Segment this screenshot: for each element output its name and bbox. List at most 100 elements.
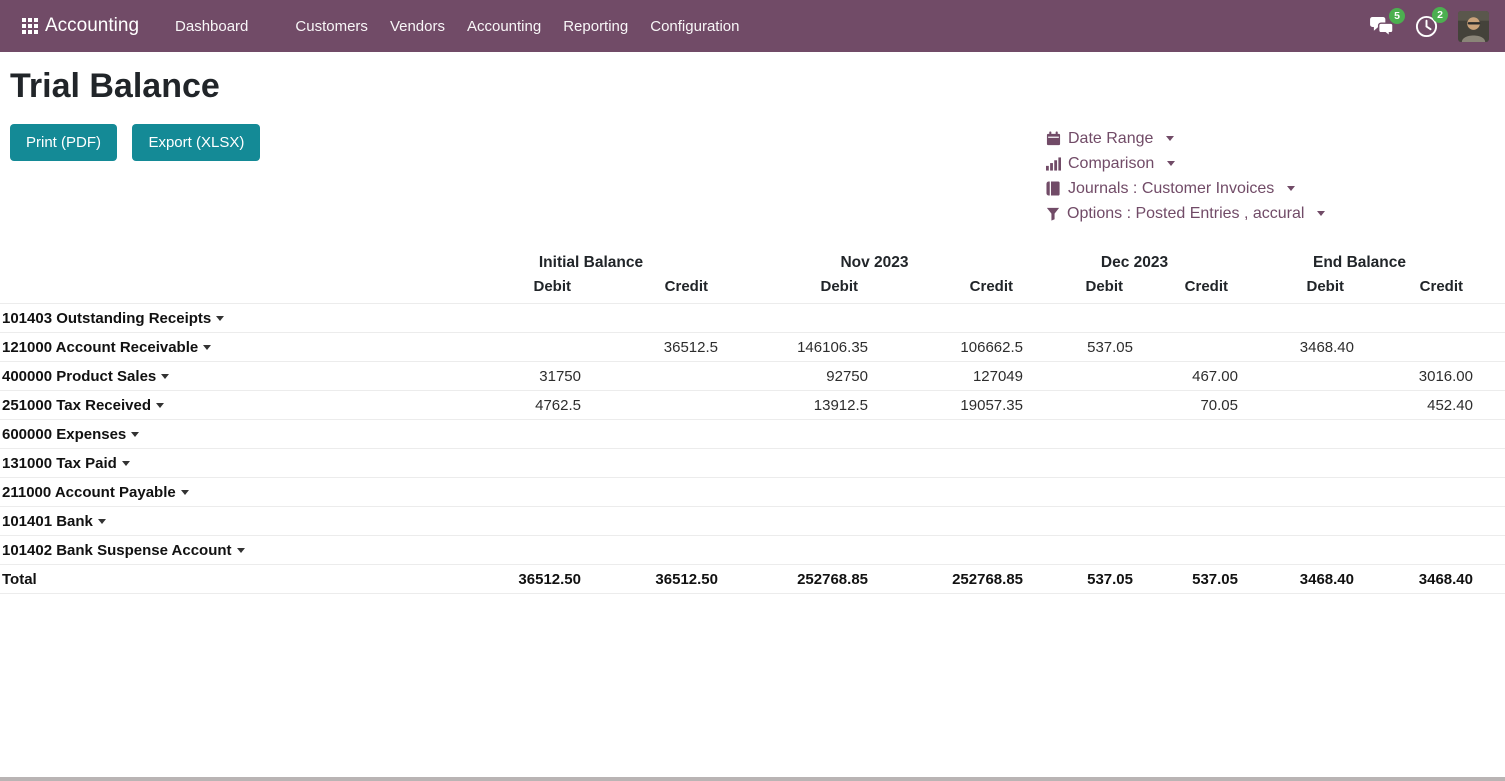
messages-badge: 5 [1389, 8, 1405, 24]
nav-item-vendors[interactable]: Vendors [379, 3, 456, 50]
amount-cell: 467.00 [1137, 362, 1242, 391]
total-cell: 36512.50 [460, 565, 585, 594]
account-cell[interactable]: 101402 Bank Suspense Account [0, 536, 460, 565]
amount-cell [872, 420, 1027, 449]
total-cell: 252768.85 [872, 565, 1027, 594]
activities-button[interactable]: 2 [1415, 15, 1438, 38]
systray: 5 2 [1369, 11, 1489, 42]
chevron-down-icon [1167, 161, 1175, 166]
print-pdf-button[interactable]: Print (PDF) [10, 124, 117, 161]
journals-filter[interactable]: Journals : Customer Invoices [1046, 176, 1505, 201]
amount-cell [722, 304, 872, 333]
amount-cell: 127049 [872, 362, 1027, 391]
total-cell: 252768.85 [722, 565, 872, 594]
account-cell[interactable]: 400000 Product Sales [0, 362, 460, 391]
account-dropdown-icon[interactable] [122, 461, 130, 466]
amount-cell [1137, 333, 1242, 362]
amount-cell [460, 449, 585, 478]
amount-cell [1358, 420, 1477, 449]
amount-cell [722, 449, 872, 478]
amount-cell [1137, 420, 1242, 449]
filter-label: Date Range [1068, 126, 1153, 151]
account-dropdown-icon[interactable] [203, 345, 211, 350]
top-nav: Accounting Dashboard Customers Vendors A… [0, 0, 1505, 52]
window-bottom-edge [0, 777, 1505, 781]
total-cell: 537.05 [1027, 565, 1137, 594]
amount-cell: 3016.00 [1358, 362, 1477, 391]
amount-cell [722, 420, 872, 449]
amount-cell [460, 478, 585, 507]
column-header: Debit [460, 278, 585, 304]
debit-credit-header-row: Debit Credit Debit Credit Debit Credit D… [0, 278, 1505, 304]
options-filter[interactable]: Options : Posted Entries , accural [1046, 201, 1505, 226]
amount-cell [1027, 536, 1137, 565]
amount-cell [585, 478, 722, 507]
table-row: 121000 Account Receivable 36512.5 146106… [0, 333, 1505, 362]
account-dropdown-icon[interactable] [181, 490, 189, 495]
export-xlsx-button[interactable]: Export (XLSX) [132, 124, 260, 161]
total-cell: 537.05 [1137, 565, 1242, 594]
nav-item-configuration[interactable]: Configuration [639, 3, 750, 50]
amount-cell [1358, 478, 1477, 507]
apps-grid-icon[interactable] [22, 18, 38, 34]
account-cell[interactable]: 211000 Account Payable [0, 478, 460, 507]
trial-balance-table: Initial Balance Nov 2023 Dec 2023 End Ba… [0, 250, 1505, 594]
amount-cell [460, 304, 585, 333]
account-dropdown-icon[interactable] [156, 403, 164, 408]
page-title: Trial Balance [10, 66, 1505, 106]
nav-item-reporting[interactable]: Reporting [552, 3, 639, 50]
app-name[interactable]: Accounting [45, 15, 139, 37]
amount-cell [585, 420, 722, 449]
table-row: 101403 Outstanding Receipts [0, 304, 1505, 333]
filter-icon [1046, 207, 1060, 221]
amount-cell [460, 507, 585, 536]
account-cell[interactable]: 131000 Tax Paid [0, 449, 460, 478]
account-cell[interactable]: 121000 Account Receivable [0, 333, 460, 362]
account-dropdown-icon[interactable] [237, 548, 245, 553]
amount-cell [585, 449, 722, 478]
account-dropdown-icon[interactable] [98, 519, 106, 524]
account-dropdown-icon[interactable] [161, 374, 169, 379]
app-switcher[interactable]: Accounting [22, 15, 139, 37]
account-cell[interactable]: 251000 Tax Received [0, 391, 460, 420]
nav-item-accounting[interactable]: Accounting [456, 3, 552, 50]
account-cell[interactable]: 600000 Expenses [0, 420, 460, 449]
amount-cell: 4762.5 [460, 391, 585, 420]
amount-cell: 106662.5 [872, 333, 1027, 362]
date-range-filter[interactable]: Date Range [1046, 126, 1505, 151]
table-row: 101401 Bank [0, 507, 1505, 536]
amount-cell [872, 536, 1027, 565]
nav-item-customers[interactable]: Customers [284, 3, 379, 50]
amount-cell: 31750 [460, 362, 585, 391]
account-dropdown-icon[interactable] [216, 316, 224, 321]
chevron-down-icon [1166, 136, 1174, 141]
account-cell[interactable]: 101403 Outstanding Receipts [0, 304, 460, 333]
chevron-down-icon [1287, 186, 1295, 191]
column-header: Debit [1027, 278, 1137, 304]
column-header: Debit [1242, 278, 1358, 304]
amount-cell [460, 536, 585, 565]
amount-cell [1358, 507, 1477, 536]
calendar-icon [1046, 131, 1061, 146]
account-cell[interactable]: 101401 Bank [0, 507, 460, 536]
amount-cell [585, 507, 722, 536]
amount-cell [1242, 478, 1358, 507]
amount-cell [585, 536, 722, 565]
amount-cell [722, 536, 872, 565]
column-header: Debit [722, 278, 872, 304]
messages-button[interactable]: 5 [1369, 16, 1395, 37]
filter-label: Journals : Customer Invoices [1068, 176, 1274, 201]
user-avatar[interactable] [1458, 11, 1489, 42]
amount-cell: 19057.35 [872, 391, 1027, 420]
total-cell: 3468.40 [1358, 565, 1477, 594]
amount-cell: 36512.5 [585, 333, 722, 362]
period-end-balance: End Balance [1242, 250, 1477, 278]
table-row: 131000 Tax Paid [0, 449, 1505, 478]
nav-item-dashboard[interactable]: Dashboard [164, 3, 259, 50]
comparison-filter[interactable]: Comparison [1046, 151, 1505, 176]
amount-cell: 452.40 [1358, 391, 1477, 420]
amount-cell [1358, 536, 1477, 565]
amount-cell [1027, 420, 1137, 449]
account-dropdown-icon[interactable] [131, 432, 139, 437]
activities-badge: 2 [1432, 7, 1448, 23]
